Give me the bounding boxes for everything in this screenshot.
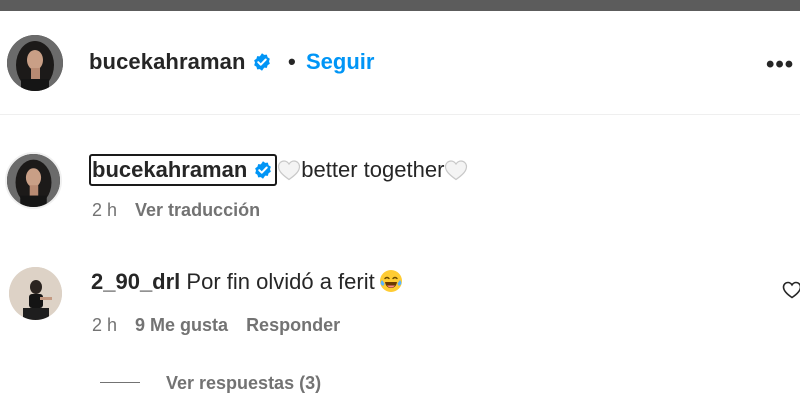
- post-author-username[interactable]: bucekahraman: [89, 49, 272, 75]
- caption-time: 2 h: [92, 200, 118, 220]
- header-separator: •: [288, 49, 296, 74]
- comment-text-line: 2_90_drl Por fin olvidó a ferit: [91, 269, 403, 295]
- view-replies-label[interactable]: Ver respuestas (3): [166, 373, 321, 393]
- more-options-icon[interactable]: •••: [766, 51, 794, 79]
- post-author-avatar[interactable]: [7, 35, 63, 91]
- caption-author-username[interactable]: bucekahraman: [89, 154, 278, 186]
- comment-item: 2_90_drl Por fin olvidó a ferit 2 h 9 Me …: [0, 255, 800, 355]
- view-replies-button[interactable]: Ver respuestas (3): [100, 373, 321, 395]
- window-top-bar: [0, 0, 800, 11]
- comment-likes-count[interactable]: 9 Me gusta: [135, 315, 228, 335]
- caption-text: better together: [301, 157, 445, 182]
- caption-author-avatar[interactable]: [5, 152, 62, 209]
- avatar-photo: [7, 154, 60, 207]
- tears-of-joy-emoji-icon: [379, 270, 402, 292]
- avatar-photo: [9, 267, 62, 320]
- follow-button[interactable]: Seguir: [306, 49, 374, 75]
- white-heart-emoji-icon: [445, 160, 468, 181]
- verified-badge-icon: [253, 53, 270, 71]
- avatar-photo: [7, 35, 63, 91]
- commenter-avatar[interactable]: [9, 267, 62, 320]
- caption-meta: 2 h Ver traducción: [92, 200, 260, 221]
- commenter-username[interactable]: 2_90_drl: [91, 269, 180, 294]
- white-heart-emoji-icon: [278, 160, 301, 181]
- see-translation-link[interactable]: Ver traducción: [135, 200, 260, 220]
- post-header: bucekahraman • Seguir •••: [0, 11, 800, 115]
- like-heart-icon[interactable]: [782, 281, 800, 299]
- replies-divider-line: [100, 382, 140, 383]
- comment-text: Por fin olvidó a ferit: [186, 269, 375, 294]
- verified-badge-icon: [255, 161, 272, 179]
- comment-meta: 2 h 9 Me gusta Responder: [92, 315, 340, 336]
- post-caption: bucekahraman better together 2 h Ver tradu…: [0, 140, 800, 240]
- caption-text-line: bucekahraman better together: [89, 154, 468, 186]
- comment-time: 2 h: [92, 315, 118, 335]
- reply-button[interactable]: Responder: [246, 315, 340, 335]
